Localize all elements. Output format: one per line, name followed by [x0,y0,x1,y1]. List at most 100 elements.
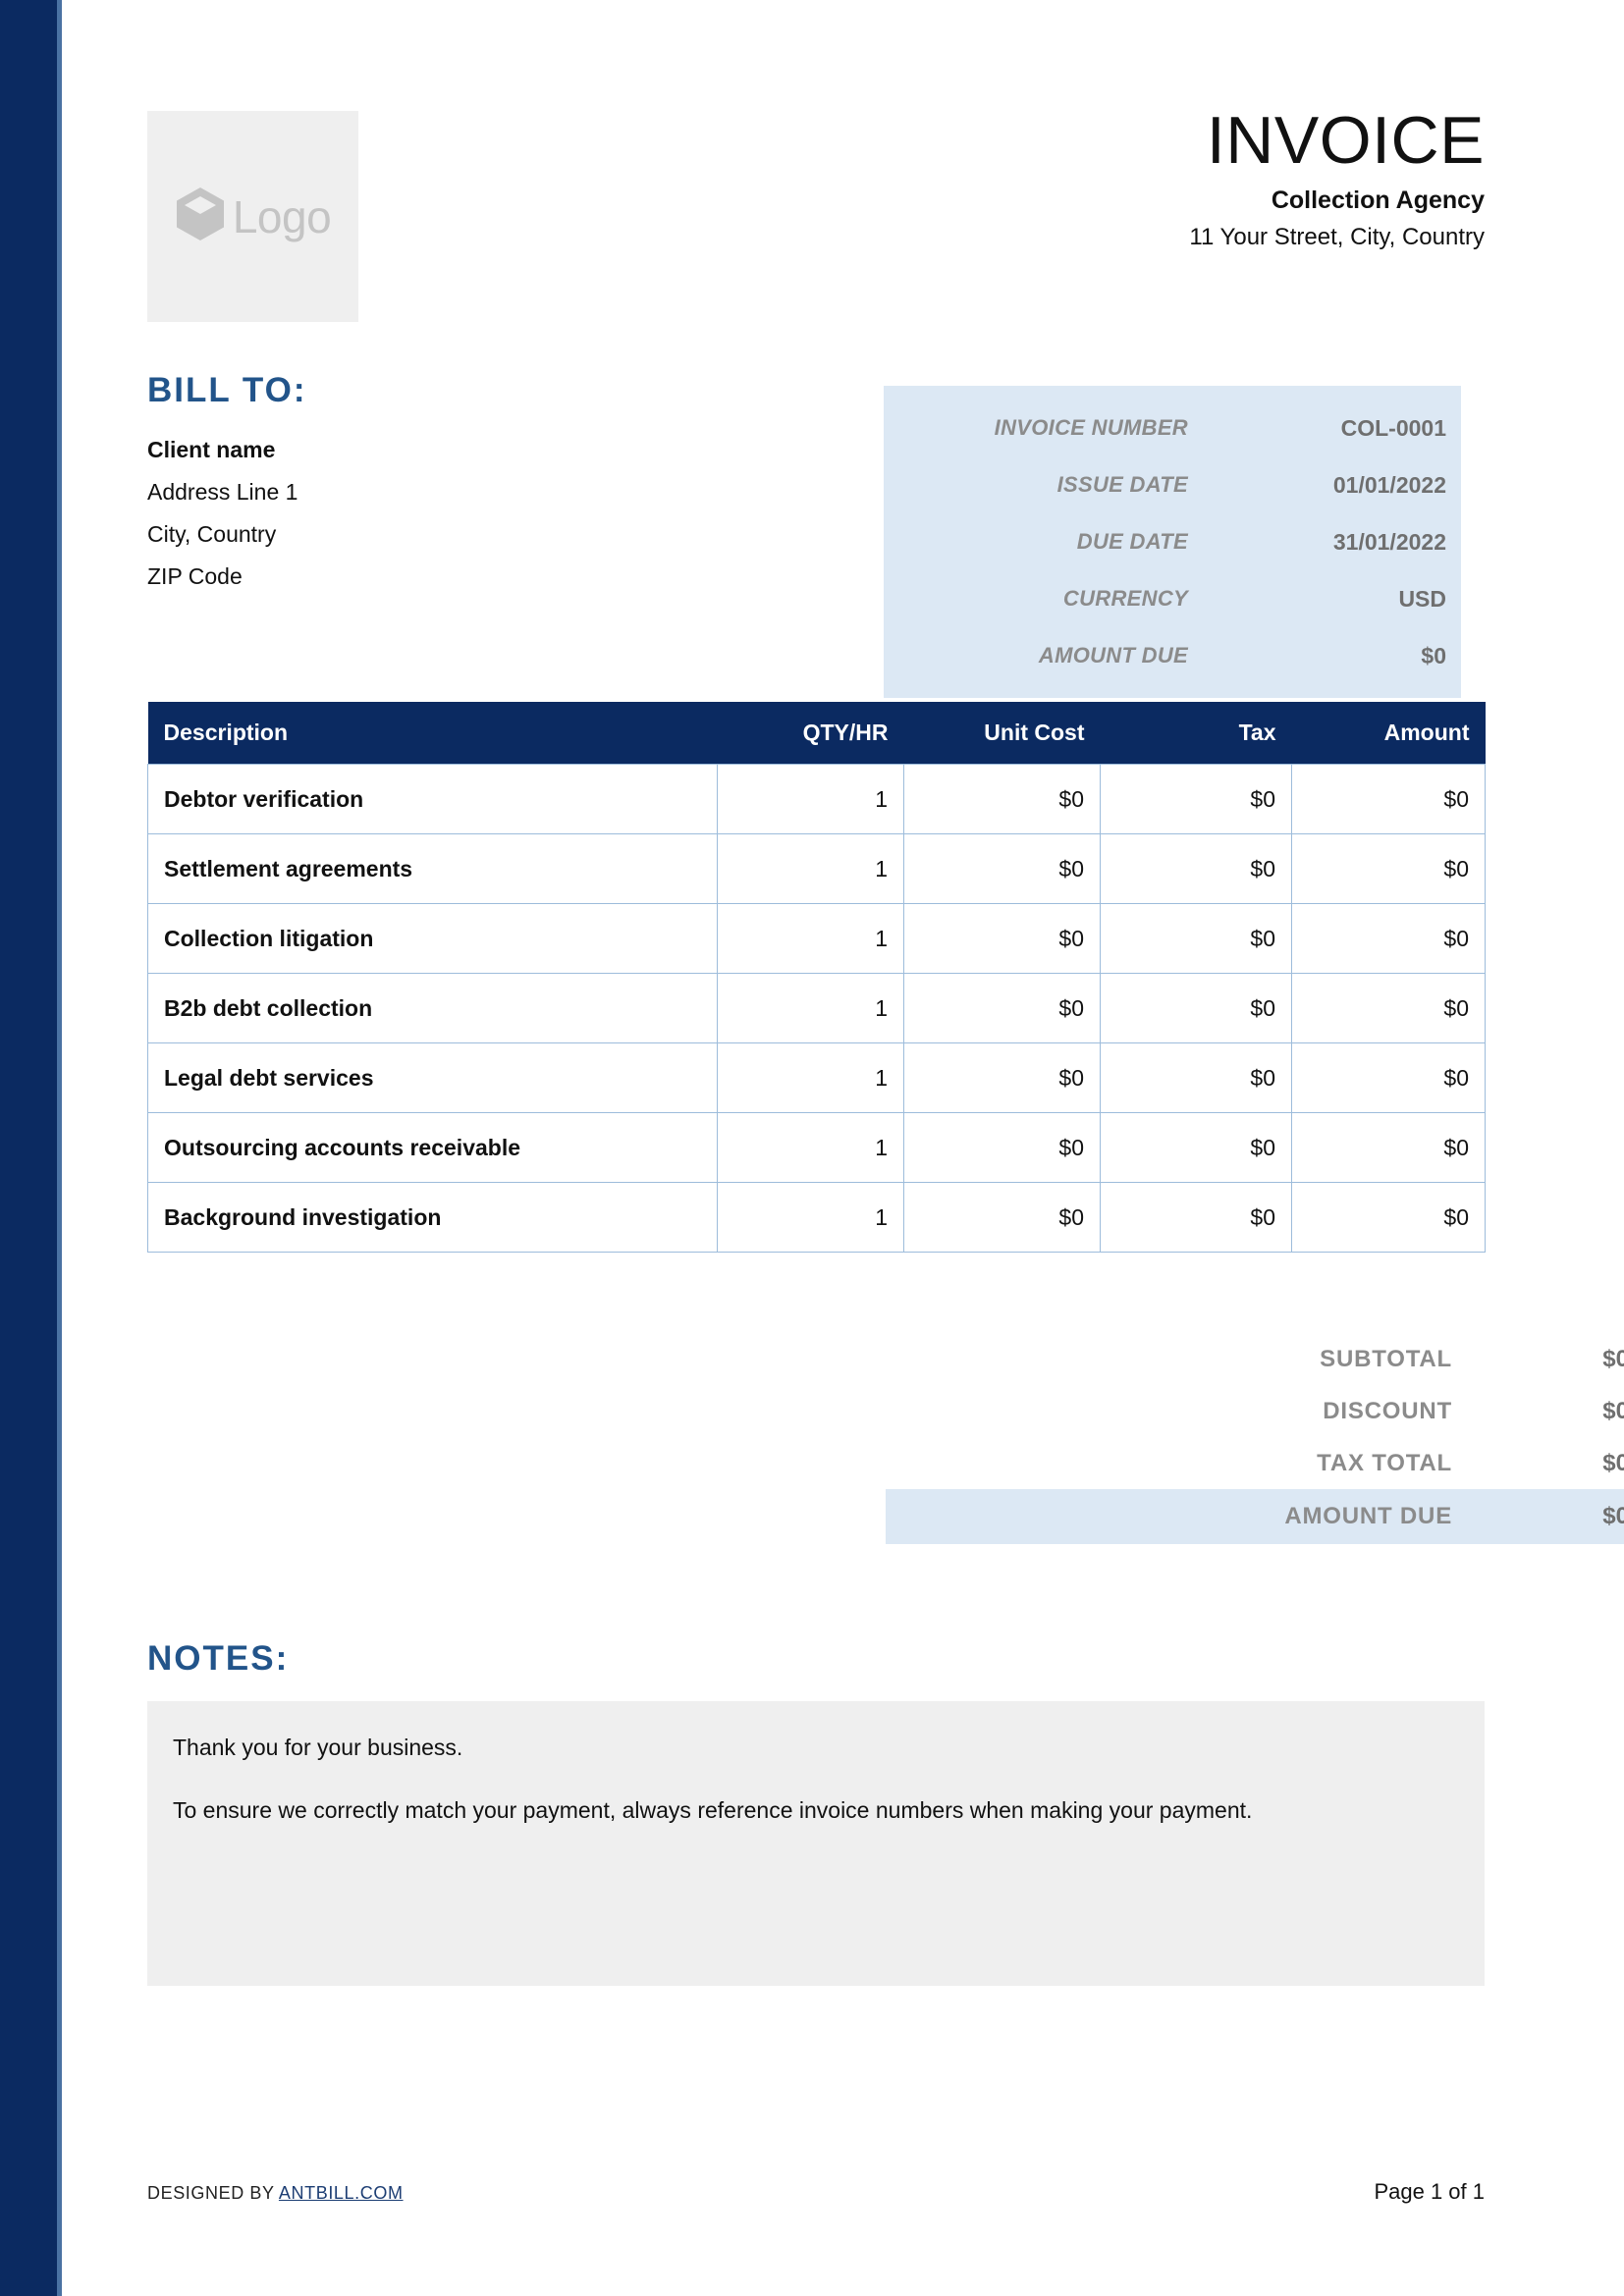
bill-to-address-line-1: Address Line 1 [147,479,298,505]
logo-text: Logo [232,190,332,242]
bill-to-lines: Client name Address Line 1 City, Country… [147,429,756,598]
cell-qty: 1 [717,1182,904,1253]
cell-unit-cost: $0 [903,833,1101,904]
bill-to-client-name: Client name [147,437,276,462]
cell-unit-cost: $0 [903,903,1101,974]
cell-tax: $0 [1100,1042,1292,1113]
column-header-unit-cost: Unit Cost [903,702,1101,765]
cell-qty: 1 [717,1112,904,1183]
totals-row-amount-due: AMOUNT DUE $0 [886,1489,1624,1544]
meta-row-invoice-number: INVOICE NUMBER COL-0001 [884,400,1461,456]
meta-label-issue-date: ISSUE DATE [1056,472,1188,497]
cell-amount: $0 [1291,973,1486,1043]
cell-description: B2b debt collection [147,973,718,1043]
logo-inner: Logo [175,187,332,246]
totals-value-amount-due: $0 [1602,1503,1624,1529]
page-footer: DESIGNED BY ANTBILL.COM Page 1 of 1 [147,2179,1485,2205]
cell-description: Background investigation [147,1182,718,1253]
cell-qty: 1 [717,764,904,834]
invoice-page: Logo INVOICE Collection Agency 11 Your S… [0,0,1624,2296]
table-row: Debtor verification 1 $0 $0 $0 [147,764,1486,834]
cell-amount: $0 [1291,1042,1486,1113]
totals-label-tax-total: TAX TOTAL [1317,1449,1452,1476]
table-header-row: Description QTY/HR Unit Cost Tax Amount [147,702,1486,765]
bill-to-city-country: City, Country [147,521,277,547]
totals-value-discount: $0 [1602,1397,1624,1424]
bill-to-heading: BILL TO: [147,371,307,409]
cell-tax: $0 [1100,903,1292,974]
meta-value-issue-date: 01/01/2022 [1332,471,1446,498]
bill-to-zip-code: ZIP Code [147,563,243,589]
cell-unit-cost: $0 [903,764,1101,834]
cell-amount: $0 [1291,833,1486,904]
company-name: Collection Agency [1271,187,1485,215]
cell-description: Outsourcing accounts receivable [147,1112,718,1183]
totals-value-tax-total: $0 [1602,1449,1624,1476]
line-items-table: Description QTY/HR Unit Cost Tax Amount … [147,702,1486,1253]
invoice-header: Logo INVOICE Collection Agency 11 Your S… [147,105,1485,322]
table-row: Outsourcing accounts receivable 1 $0 $0 … [147,1112,1486,1183]
cell-qty: 1 [717,1042,904,1113]
column-header-qty: QTY/HR [717,702,904,765]
meta-row-due-date: DUE DATE 31/01/2022 [884,513,1461,570]
cell-description: Settlement agreements [147,833,718,904]
totals-section: SUBTOTAL $0 DISCOUNT $0 TAX TOTAL $0 AMO… [886,1333,1624,1544]
designed-by: DESIGNED BY ANTBILL.COM [147,2183,404,2204]
notes-paragraph-1: Thank you for your business. [173,1735,463,1760]
totals-row-subtotal: SUBTOTAL $0 [886,1333,1624,1385]
notes-paragraph-2: To ensure we correctly match your paymen… [173,1797,1253,1823]
totals-row-tax-total: TAX TOTAL $0 [886,1437,1624,1489]
cell-tax: $0 [1100,1112,1292,1183]
cell-qty: 1 [717,973,904,1043]
meta-value-currency: USD [1398,585,1446,612]
totals-label-subtotal: SUBTOTAL [1320,1345,1452,1372]
totals-row-discount: DISCOUNT $0 [886,1385,1624,1437]
meta-row-issue-date: ISSUE DATE 01/01/2022 [884,456,1461,513]
totals-label-discount: DISCOUNT [1323,1397,1452,1424]
cell-description: Debtor verification [147,764,718,834]
cell-qty: 1 [717,833,904,904]
notes-heading: NOTES: [147,1639,290,1678]
header-company-block: INVOICE Collection Agency 11 Your Street… [1189,103,1485,252]
cell-tax: $0 [1100,764,1292,834]
cell-amount: $0 [1291,764,1486,834]
cell-unit-cost: $0 [903,1042,1101,1113]
page-indicator: Page 1 of 1 [1374,2179,1485,2204]
column-header-tax: Tax [1100,702,1292,765]
line-items-body: Debtor verification 1 $0 $0 $0 Settlemen… [147,764,1486,1253]
logo-placeholder: Logo [147,111,358,322]
left-accent-bar-edge [57,0,62,2296]
cell-amount: $0 [1291,903,1486,974]
column-header-amount: Amount [1291,702,1486,765]
table-row: Legal debt services 1 $0 $0 $0 [147,1042,1486,1113]
cell-unit-cost: $0 [903,973,1101,1043]
bill-to-section: BILL TO: Client name Address Line 1 City… [147,373,756,598]
cell-amount: $0 [1291,1112,1486,1183]
meta-label-invoice-number: INVOICE NUMBER [994,415,1188,440]
meta-label-currency: CURRENCY [1062,586,1188,611]
cell-description: Legal debt services [147,1042,718,1113]
meta-label-due-date: DUE DATE [1076,529,1188,554]
table-row: Background investigation 1 $0 $0 $0 [147,1182,1486,1253]
cell-amount: $0 [1291,1182,1486,1253]
meta-row-amount-due: AMOUNT DUE $0 [884,627,1461,684]
cell-unit-cost: $0 [903,1112,1101,1183]
meta-row-currency: CURRENCY USD [884,570,1461,627]
cell-unit-cost: $0 [903,1182,1101,1253]
table-row: Collection litigation 1 $0 $0 $0 [147,903,1486,974]
notes-box: Thank you for your business. To ensure w… [147,1701,1485,1986]
invoice-meta-box: INVOICE NUMBER COL-0001 ISSUE DATE 01/01… [884,386,1461,698]
line-items-header: Description QTY/HR Unit Cost Tax Amount [147,702,1486,765]
meta-label-amount-due: AMOUNT DUE [1038,643,1188,667]
company-address: 11 Your Street, City, Country [1189,223,1485,250]
page-title: INVOICE [1206,103,1485,178]
cell-description: Collection litigation [147,903,718,974]
cube-logo-icon [175,187,226,246]
meta-value-amount-due: $0 [1421,642,1446,668]
table-row: Settlement agreements 1 $0 $0 $0 [147,833,1486,904]
column-header-description: Description [147,702,718,765]
cell-tax: $0 [1100,833,1292,904]
left-accent-bar [0,0,57,2296]
cell-tax: $0 [1100,1182,1292,1253]
antbill-link[interactable]: ANTBILL.COM [279,2183,404,2203]
